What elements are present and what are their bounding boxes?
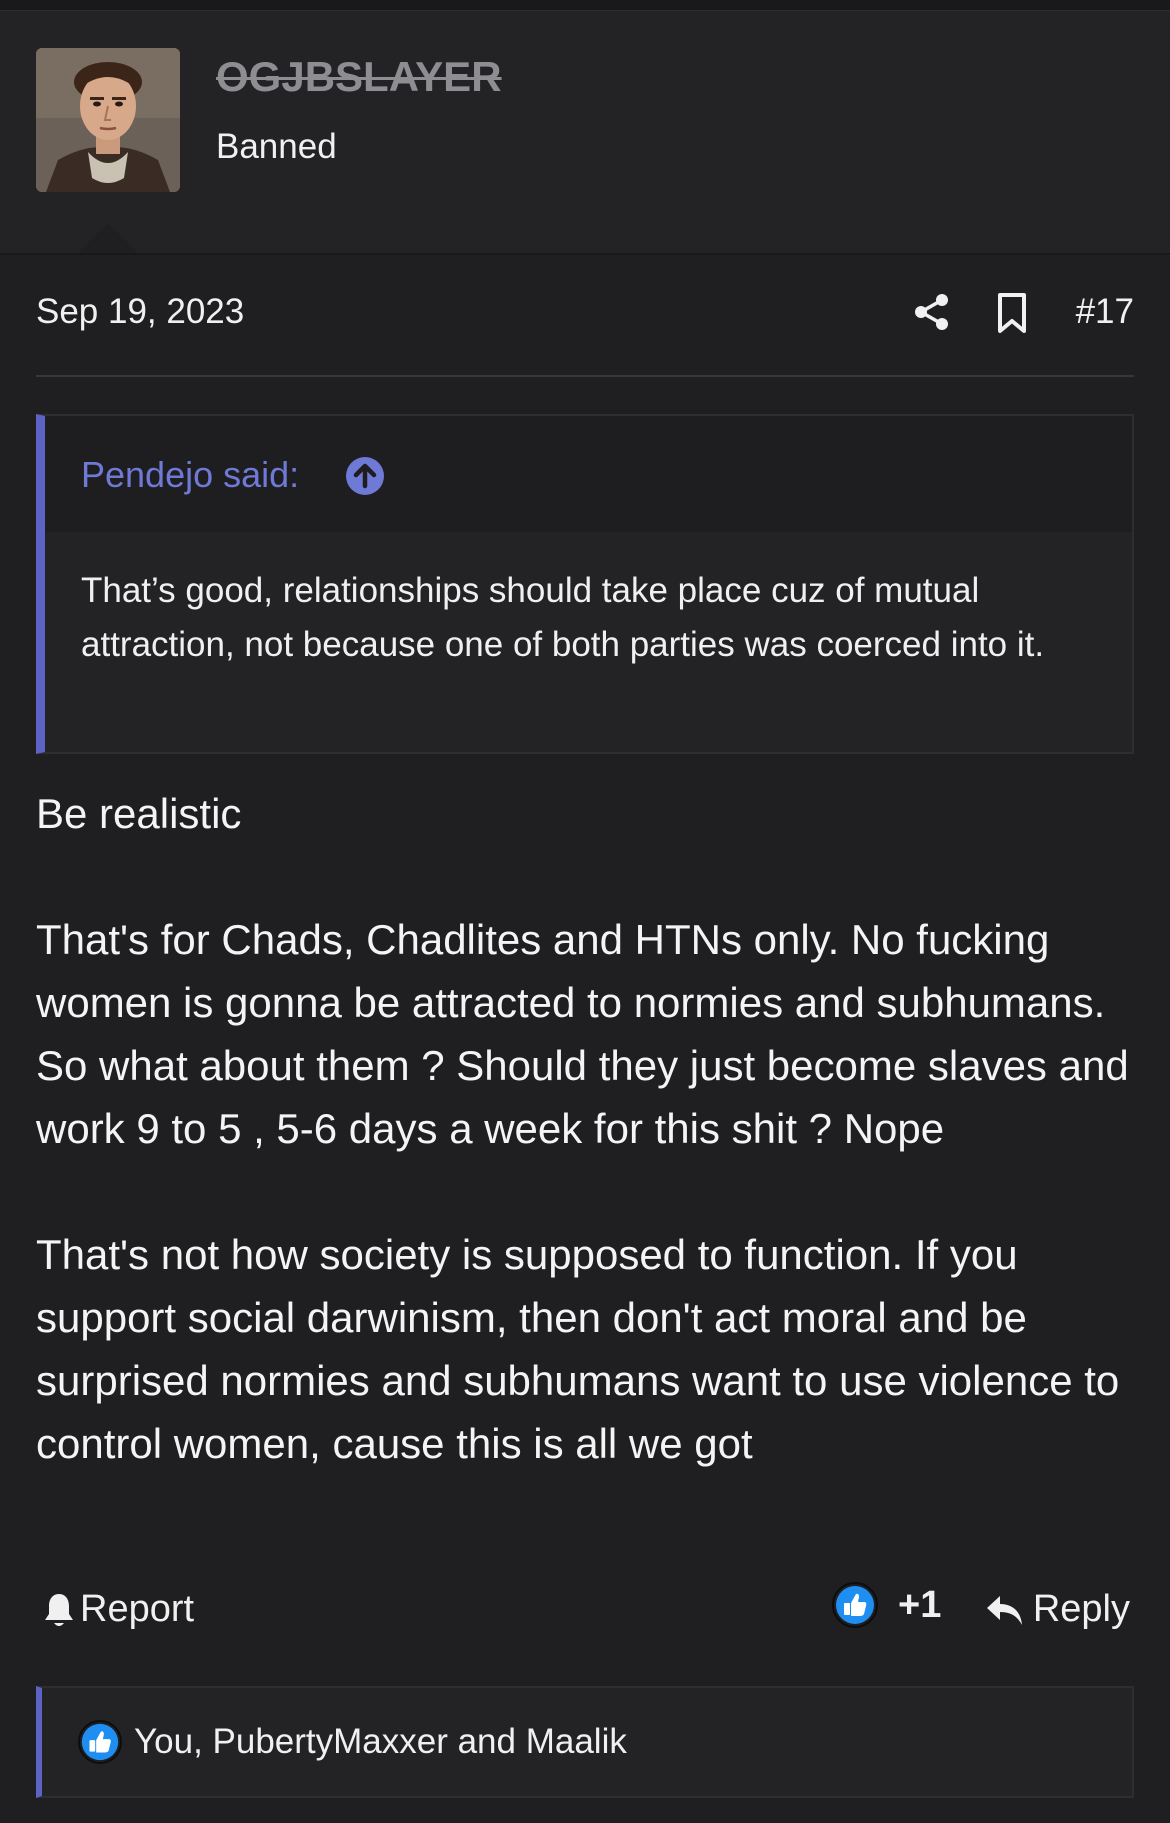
quote-header: Pendejo said: [45,416,1132,532]
thumbs-up-icon [832,1582,878,1628]
quote-text: That’s good, relationships should take p… [81,571,1045,664]
reactions-bar[interactable]: You, PubertyMaxxer and Maalik [36,1686,1134,1798]
top-edge [0,0,1170,11]
share-icon[interactable] [912,292,952,332]
header-pointer [78,223,138,253]
reactions-list[interactable]: You, PubertyMaxxer and Maalik [134,1722,627,1762]
quote-author[interactable]: Pendejo said: [81,454,299,496]
reply-button[interactable]: Reply [985,1588,1130,1631]
post-paragraph: That's for Chads, Chadlites and HTNs onl… [36,916,1129,1152]
avatar-portrait [36,48,180,192]
meta-divider [36,375,1134,377]
bookmark-icon[interactable] [992,292,1032,334]
like-count: +1 [898,1583,942,1626]
post-date[interactable]: Sep 19, 2023 [36,292,244,332]
arrow-up-circle-icon[interactable] [345,456,385,496]
username[interactable]: OGJBSLAYER [216,53,502,101]
avatar[interactable] [36,48,180,192]
report-label: Report [80,1588,195,1630]
report-button[interactable]: Report [42,1588,194,1631]
post-actions: Report +1 Reply [36,1582,1134,1642]
bell-icon [45,1593,73,1626]
post-meta: Sep 19, 2023 #17 [36,288,1134,338]
like-button[interactable]: +1 [832,1582,941,1628]
post-paragraph: Be realistic [36,790,242,837]
reply-label: Reply [1032,1588,1130,1630]
post-number[interactable]: #17 [1076,292,1134,332]
thumbs-up-icon [78,1720,122,1764]
post-paragraph: That's not how society is supposed to fu… [36,1231,1120,1467]
post-body: Be realistic That's for Chads, Chadlites… [36,782,1146,1475]
reply-arrow-icon [986,1595,1022,1625]
quote-block: Pendejo said: That’s good, relationships… [36,414,1134,754]
user-header: OGJBSLAYER Banned [0,11,1170,255]
user-title: Banned [216,127,337,166]
